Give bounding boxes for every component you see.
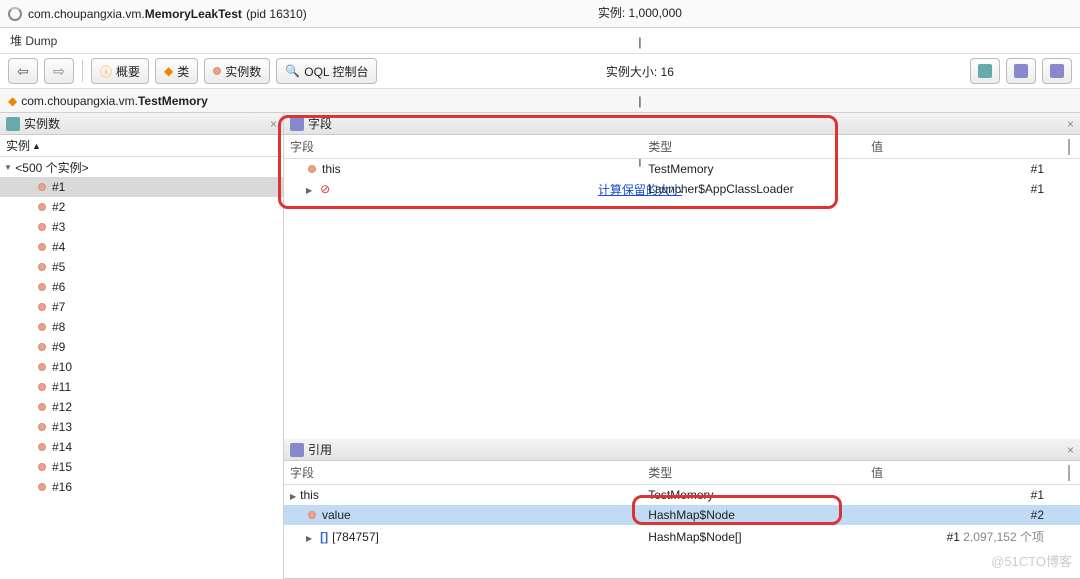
instance-icon bbox=[38, 463, 46, 471]
instance-icon bbox=[38, 283, 46, 291]
column-config-icon[interactable] bbox=[1068, 465, 1070, 481]
references-header: 引用 × bbox=[284, 439, 1080, 461]
instance-row[interactable]: #8 bbox=[0, 317, 283, 337]
instances-column-header[interactable]: 实例▲ bbox=[0, 135, 283, 157]
table-row[interactable]: ▶[][784757]HashMap$Node[]#1 2,097,152 个项 bbox=[284, 525, 1080, 548]
instance-icon bbox=[38, 383, 46, 391]
instances-tree[interactable]: ▼ <500 个实例> #1#2#3#4#5#6#7#8#9#10#11#12#… bbox=[0, 157, 283, 579]
instance-icon bbox=[38, 483, 46, 491]
instance-row[interactable]: #7 bbox=[0, 297, 283, 317]
nav-forward-button[interactable]: ⇨ bbox=[44, 58, 74, 84]
field-icon bbox=[308, 511, 316, 519]
instance-icon bbox=[38, 423, 46, 431]
instance-row[interactable]: #1 bbox=[0, 177, 283, 197]
instance-row[interactable]: #15 bbox=[0, 457, 283, 477]
group-row[interactable]: ▼ <500 个实例> bbox=[0, 157, 283, 177]
expand-icon: ▼ bbox=[4, 163, 12, 172]
expand-icon: ▶ bbox=[306, 186, 312, 195]
panel-icon bbox=[290, 117, 304, 131]
instance-row[interactable]: #5 bbox=[0, 257, 283, 277]
fields-table: 字段 类型 值 thisTestMemory#1▶⊘Launcher$AppCl… bbox=[284, 135, 1080, 199]
table-header[interactable]: 字段 类型 值 bbox=[284, 461, 1080, 485]
expand-icon: ▶ bbox=[306, 534, 312, 543]
close-icon[interactable]: × bbox=[1067, 443, 1074, 457]
instance-icon bbox=[38, 303, 46, 311]
instance-icon bbox=[38, 403, 46, 411]
sort-asc-icon: ▲ bbox=[32, 141, 41, 151]
array-icon: [] bbox=[320, 530, 328, 544]
watermark: @51CTO博客 bbox=[991, 551, 1072, 570]
table-row[interactable]: valueHashMap$Node#2 bbox=[284, 505, 1080, 525]
field-icon bbox=[308, 165, 316, 173]
instance-row[interactable]: #12 bbox=[0, 397, 283, 417]
expand-icon: ▶ bbox=[290, 492, 296, 501]
instance-row[interactable]: #11 bbox=[0, 377, 283, 397]
class-icon: ⊘ bbox=[320, 182, 330, 196]
table-row[interactable]: thisTestMemory#1 bbox=[284, 159, 1080, 180]
instance-row[interactable]: #4 bbox=[0, 237, 283, 257]
panel-icon bbox=[290, 443, 304, 457]
breadcrumb-text: com.choupangxia.vm.TestMemory bbox=[21, 94, 208, 108]
instance-row[interactable]: #16 bbox=[0, 477, 283, 497]
fields-panel: 字段 × 字段 类型 值 thisTestMemory#1▶⊘Launcher$… bbox=[284, 113, 1080, 439]
app-icon bbox=[8, 7, 22, 21]
table-row[interactable]: ▶⊘Launcher$AppClassLoader#1 bbox=[284, 179, 1080, 199]
info-icon: ⓘ bbox=[100, 63, 112, 80]
nav-back-button[interactable]: ⇦ bbox=[8, 58, 38, 84]
instances-panel: 实例数 × 实例▲ ▼ <500 个实例> #1#2#3#4#5#6#7#8#9… bbox=[0, 113, 284, 579]
arrow-right-icon: ⇨ bbox=[53, 63, 65, 80]
instances-header: 实例数 × bbox=[0, 113, 283, 135]
instance-row[interactable]: #10 bbox=[0, 357, 283, 377]
close-icon[interactable]: × bbox=[270, 117, 277, 131]
table-row[interactable]: ▶thisTestMemory#1 bbox=[284, 485, 1080, 506]
instance-icon bbox=[38, 443, 46, 451]
classes-button[interactable]: ◆类 bbox=[155, 58, 198, 84]
table-header[interactable]: 字段 类型 值 bbox=[284, 135, 1080, 159]
instance-icon bbox=[38, 243, 46, 251]
instance-row[interactable]: #2 bbox=[0, 197, 283, 217]
instance-row[interactable]: #9 bbox=[0, 337, 283, 357]
separator bbox=[82, 60, 83, 82]
instance-icon bbox=[38, 263, 46, 271]
fields-header: 字段 × bbox=[284, 113, 1080, 135]
instance-icon bbox=[38, 183, 46, 191]
instance-icon bbox=[38, 343, 46, 351]
column-config-icon[interactable] bbox=[1068, 139, 1070, 155]
arrow-left-icon: ⇦ bbox=[17, 63, 29, 80]
instance-icon bbox=[38, 363, 46, 371]
breadcrumb: ◆ com.choupangxia.vm.TestMemory 实例: 1,00… bbox=[0, 89, 1080, 113]
class-icon: ◆ bbox=[164, 64, 173, 78]
references-panel: 引用 × 字段 类型 值 ▶thisTestMemory#1valueHashM… bbox=[284, 439, 1080, 579]
instance-icon bbox=[38, 203, 46, 211]
references-table: 字段 类型 值 ▶thisTestMemory#1valueHashMap$No… bbox=[284, 461, 1080, 548]
instance-row[interactable]: #14 bbox=[0, 437, 283, 457]
overview-button[interactable]: ⓘ概要 bbox=[91, 58, 149, 84]
panel-icon bbox=[6, 117, 20, 131]
class-icon: ◆ bbox=[8, 94, 17, 108]
instance-icon bbox=[38, 223, 46, 231]
instance-row[interactable]: #13 bbox=[0, 417, 283, 437]
close-icon[interactable]: × bbox=[1067, 117, 1074, 131]
instance-row[interactable]: #3 bbox=[0, 217, 283, 237]
instance-icon bbox=[38, 323, 46, 331]
instance-row[interactable]: #6 bbox=[0, 277, 283, 297]
